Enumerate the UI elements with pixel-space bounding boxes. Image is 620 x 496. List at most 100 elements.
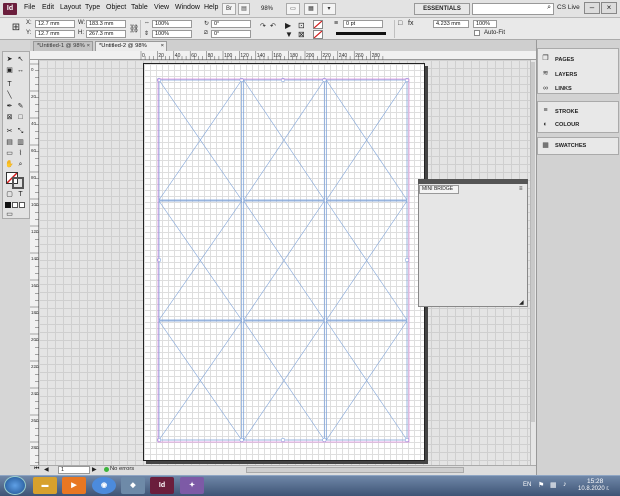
panel-colour[interactable]: COLOUR xyxy=(555,122,579,128)
menu-object[interactable]: Object xyxy=(106,4,126,11)
view-options-button[interactable]: ▤ xyxy=(238,3,250,15)
menu-help[interactable]: Help xyxy=(204,4,218,11)
apply-color-icon[interactable] xyxy=(5,202,11,208)
width-field[interactable]: 183.3 mm xyxy=(86,20,126,28)
indesign-taskbar-icon[interactable]: Id xyxy=(150,477,174,494)
tab-untitled-2[interactable]: *Untitled-2 @ 98% × xyxy=(95,41,167,51)
selection-handle[interactable] xyxy=(239,77,244,83)
view-mode-icon[interactable]: ▭ xyxy=(5,210,14,219)
volume-icon[interactable]: ♪ xyxy=(563,481,567,488)
hand-tool-icon[interactable]: ✋ xyxy=(5,160,14,169)
menu-view[interactable]: View xyxy=(154,4,169,11)
scissors-tool-icon[interactable]: ✂ xyxy=(5,127,14,136)
selection-tool-icon[interactable]: ➤ xyxy=(5,55,14,64)
search-input[interactable]: ⌕ xyxy=(472,3,554,15)
scale-x-field[interactable]: 100% xyxy=(152,20,192,28)
bridge-button[interactable]: Br xyxy=(222,3,236,15)
menu-file[interactable]: File xyxy=(24,4,35,11)
panel-layers[interactable]: LAYERS xyxy=(555,72,577,78)
document-page[interactable] xyxy=(143,63,425,461)
panel-stroke[interactable]: STROKE xyxy=(555,109,578,115)
apply-gradient-icon[interactable] xyxy=(12,202,18,208)
reference-point-icon[interactable]: ⊞ xyxy=(10,22,22,34)
line-tool-icon[interactable]: ╲ xyxy=(5,91,14,100)
tray-flag-icon[interactable]: ⚑ xyxy=(538,481,544,489)
app-taskbar-icon-2[interactable]: ✦ xyxy=(180,477,204,494)
rotate-field[interactable]: 0° xyxy=(211,20,251,28)
zoom-tool-icon[interactable]: ⌕ xyxy=(16,160,25,169)
gap-tool-icon[interactable]: ↔ xyxy=(16,66,25,75)
free-transform-tool-icon[interactable]: ⤡ xyxy=(16,127,25,136)
zoom-level[interactable]: 98% xyxy=(252,4,282,14)
previous-page-icon[interactable]: ◀ xyxy=(44,466,49,473)
formatting-container-icon[interactable]: ▢ xyxy=(5,190,14,199)
selection-handle[interactable] xyxy=(404,437,410,443)
selection-handle[interactable] xyxy=(280,437,286,443)
pencil-tool-icon[interactable]: ✎ xyxy=(16,102,25,111)
menu-layout[interactable]: Layout xyxy=(60,4,81,11)
selection-handle[interactable] xyxy=(404,257,410,263)
rotate-90-ccw-icon[interactable]: ↶ xyxy=(270,22,276,30)
minimize-button[interactable]: – xyxy=(584,2,600,14)
mini-bridge-tab[interactable]: MINI BRIDGE xyxy=(419,185,459,194)
constrain-proportions-icon[interactable]: ⛓ xyxy=(129,24,139,33)
selection-handle[interactable] xyxy=(156,77,162,83)
mini-bridge-panel[interactable] xyxy=(418,179,528,307)
flip-horizontal-icon[interactable]: ▶ xyxy=(285,21,291,30)
panel-pages[interactable]: PAGES xyxy=(555,57,574,63)
rotate-90-cw-icon[interactable]: ↷ xyxy=(260,22,266,30)
y-field[interactable]: 12.7 mm xyxy=(35,30,75,38)
scale-x2-field[interactable]: 100% xyxy=(473,20,497,28)
flip-vertical-icon[interactable]: ▼ xyxy=(285,30,293,39)
selection-handle[interactable] xyxy=(322,437,327,443)
screen-mode-dropdown-icon[interactable]: ▾ xyxy=(322,3,336,15)
first-page-icon[interactable]: ⏮ xyxy=(34,466,39,473)
x-field[interactable]: 12.7 mm xyxy=(35,20,75,28)
select-content-icon[interactable]: ⊠ xyxy=(298,30,305,39)
next-page-icon[interactable]: ▶ xyxy=(92,466,97,473)
panel-swatches[interactable]: SWATCHES xyxy=(555,143,586,149)
cs-live-button[interactable]: CS Live xyxy=(557,4,580,11)
tab-untitled-1[interactable]: *Untitled-1 @ 98% × xyxy=(33,41,93,51)
selection-handle[interactable] xyxy=(404,77,410,83)
menu-edit[interactable]: Edit xyxy=(42,4,54,11)
app-taskbar-icon[interactable]: ◆ xyxy=(121,477,145,494)
stroke-weight-field[interactable]: 0 pt xyxy=(343,20,383,28)
chrome-taskbar-icon[interactable]: ◉ xyxy=(92,477,116,494)
fill-swatch[interactable] xyxy=(313,20,323,29)
drop-shadow-icon[interactable]: □ xyxy=(398,20,402,27)
tab-close-icon[interactable]: × xyxy=(161,42,164,51)
selection-handle[interactable] xyxy=(322,77,327,83)
stroke-type-selector[interactable] xyxy=(336,32,386,35)
panel-menu-icon[interactable]: ≡ xyxy=(519,186,523,192)
select-container-icon[interactable]: ⊡ xyxy=(298,21,305,30)
stroke-color-swatch[interactable] xyxy=(12,177,24,189)
screen-mode-icon[interactable]: ▭ xyxy=(286,3,300,15)
workspace-switcher[interactable]: ESSENTIALS xyxy=(414,3,470,15)
vertical-ruler[interactable]: 0 20 40 60 80 100 120 140 160 180 200 220 240 260 280 xyxy=(30,60,39,465)
formatting-text-icon[interactable]: T xyxy=(16,190,25,199)
scale-y-field[interactable]: 100% xyxy=(152,30,192,38)
horizontal-ruler[interactable]: 0 20 40 60 80 100 120 140 160 180 200 220 240 260 280 xyxy=(30,51,536,60)
effects-icon[interactable]: fx xyxy=(408,20,413,27)
type-tool-icon[interactable]: T xyxy=(5,80,14,89)
media-player-taskbar-icon[interactable]: ▶ xyxy=(62,477,86,494)
tab-close-icon[interactable]: × xyxy=(87,42,90,51)
pen-tool-icon[interactable]: ✒ xyxy=(5,102,14,111)
eyedropper-tool-icon[interactable]: ⌇ xyxy=(16,149,25,158)
explorer-taskbar-icon[interactable]: ▬ xyxy=(33,477,57,494)
height-field[interactable]: 267.3 mm xyxy=(86,30,126,38)
menu-window[interactable]: Window xyxy=(175,4,200,11)
horizontal-scrollbar[interactable] xyxy=(246,467,464,473)
selection-handle[interactable] xyxy=(239,437,244,443)
start-button[interactable] xyxy=(4,476,26,495)
close-button[interactable]: × xyxy=(601,2,617,14)
network-icon[interactable]: ▦ xyxy=(550,481,557,489)
note-tool-icon[interactable]: ▭ xyxy=(5,149,14,158)
rectangle-frame-tool-icon[interactable]: ⊠ xyxy=(5,113,14,122)
mini-bridge-titlebar[interactable] xyxy=(418,179,528,184)
page-tool-icon[interactable]: ▣ xyxy=(5,66,14,75)
language-indicator[interactable]: EN xyxy=(523,482,531,488)
gradient-feather-tool-icon[interactable]: ▥ xyxy=(16,138,25,147)
reference-width-field[interactable]: 4.233 mm xyxy=(433,20,469,28)
